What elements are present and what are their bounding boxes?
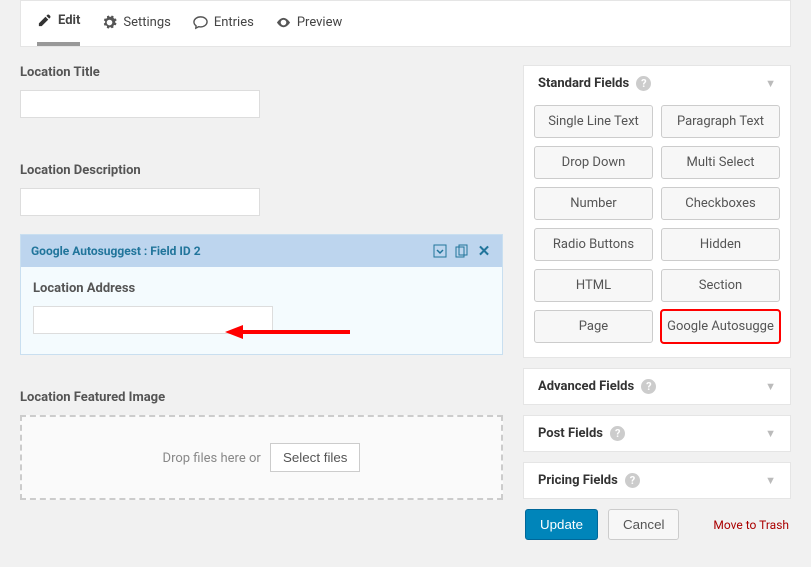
field-btn-html[interactable]: HTML	[534, 269, 653, 302]
move-to-trash-link[interactable]: Move to Trash	[713, 518, 789, 532]
eye-icon	[276, 15, 291, 30]
location-address-label: Location Address	[33, 281, 490, 296]
speech-icon	[193, 15, 208, 30]
panel-standard-title: Standard Fields	[538, 76, 629, 91]
tab-edit[interactable]: Edit	[37, 13, 80, 46]
field-btn-page[interactable]: Page	[534, 310, 653, 343]
panel-standard-fields: Standard Fields ? ▼ Single Line Text Par…	[523, 65, 791, 358]
tab-settings-label: Settings	[123, 15, 170, 30]
field-featured-image[interactable]: Location Featured Image Drop files here …	[20, 390, 503, 500]
footer-actions: Update Cancel Move to Trash	[523, 509, 791, 540]
caret-icon: ▼	[765, 77, 776, 90]
help-icon[interactable]: ?	[610, 426, 625, 441]
edit-icon	[37, 13, 52, 28]
collapse-icon[interactable]	[432, 243, 448, 259]
field-google-autosuggest[interactable]: Google Autosuggest : Field ID 2 ✕ Locati…	[20, 234, 503, 355]
update-button[interactable]: Update	[525, 509, 598, 540]
help-icon[interactable]: ?	[641, 379, 656, 394]
field-btn-hidden[interactable]: Hidden	[661, 228, 780, 261]
field-header[interactable]: Google Autosuggest : Field ID 2 ✕	[21, 235, 502, 267]
panel-advanced-fields: Advanced Fields ? ▼	[523, 368, 791, 405]
caret-icon: ▼	[765, 474, 776, 487]
panel-pricing-title: Pricing Fields	[538, 473, 618, 488]
field-btn-number[interactable]: Number	[534, 187, 653, 220]
field-location-title[interactable]: Location Title	[20, 65, 503, 118]
caret-icon: ▼	[765, 380, 776, 393]
field-header-title: Google Autosuggest : Field ID 2	[31, 244, 201, 258]
panel-standard-header[interactable]: Standard Fields ? ▼	[524, 66, 790, 101]
duplicate-icon[interactable]	[454, 243, 470, 259]
panel-pricing-fields: Pricing Fields ? ▼	[523, 462, 791, 499]
form-editor: Location Title Location Description Goog…	[20, 65, 503, 540]
field-location-description[interactable]: Location Description	[20, 163, 503, 216]
panel-advanced-title: Advanced Fields	[538, 379, 634, 394]
panel-post-fields: Post Fields ? ▼	[523, 415, 791, 452]
upload-area[interactable]: Drop files here or Select files	[20, 415, 503, 500]
featured-image-label: Location Featured Image	[20, 390, 503, 405]
tab-entries-label: Entries	[214, 15, 254, 30]
field-btn-radio-buttons[interactable]: Radio Buttons	[534, 228, 653, 261]
caret-icon: ▼	[765, 427, 776, 440]
tab-preview[interactable]: Preview	[276, 13, 342, 46]
help-icon[interactable]: ?	[636, 76, 651, 91]
field-btn-checkboxes[interactable]: Checkboxes	[661, 187, 780, 220]
panel-pricing-header[interactable]: Pricing Fields ? ▼	[524, 463, 790, 498]
select-files-button[interactable]: Select files	[270, 443, 360, 472]
field-btn-section[interactable]: Section	[661, 269, 780, 302]
location-description-input[interactable]	[20, 188, 260, 216]
field-btn-paragraph-text[interactable]: Paragraph Text	[661, 105, 780, 138]
tab-preview-label: Preview	[297, 15, 342, 30]
panel-post-header[interactable]: Post Fields ? ▼	[524, 416, 790, 451]
location-title-input[interactable]	[20, 90, 260, 118]
gear-icon	[102, 15, 117, 30]
help-icon[interactable]: ?	[625, 473, 640, 488]
sidebar: Standard Fields ? ▼ Single Line Text Par…	[523, 65, 791, 540]
tab-settings[interactable]: Settings	[102, 13, 170, 46]
field-btn-google-autosuggest[interactable]: Google Autosugge	[661, 310, 780, 343]
field-btn-multi-select[interactable]: Multi Select	[661, 146, 780, 179]
delete-icon[interactable]: ✕	[476, 243, 492, 259]
panel-post-title: Post Fields	[538, 426, 603, 441]
field-btn-single-line-text[interactable]: Single Line Text	[534, 105, 653, 138]
location-title-label: Location Title	[20, 65, 503, 80]
drop-text: Drop files here or	[163, 451, 261, 466]
location-address-input[interactable]	[33, 306, 273, 334]
cancel-button[interactable]: Cancel	[608, 509, 680, 540]
location-description-label: Location Description	[20, 163, 503, 178]
tab-edit-label: Edit	[58, 13, 80, 28]
tab-entries[interactable]: Entries	[193, 13, 254, 46]
panel-advanced-header[interactable]: Advanced Fields ? ▼	[524, 369, 790, 404]
field-btn-drop-down[interactable]: Drop Down	[534, 146, 653, 179]
tabs: Edit Settings Entries Preview	[20, 0, 791, 47]
